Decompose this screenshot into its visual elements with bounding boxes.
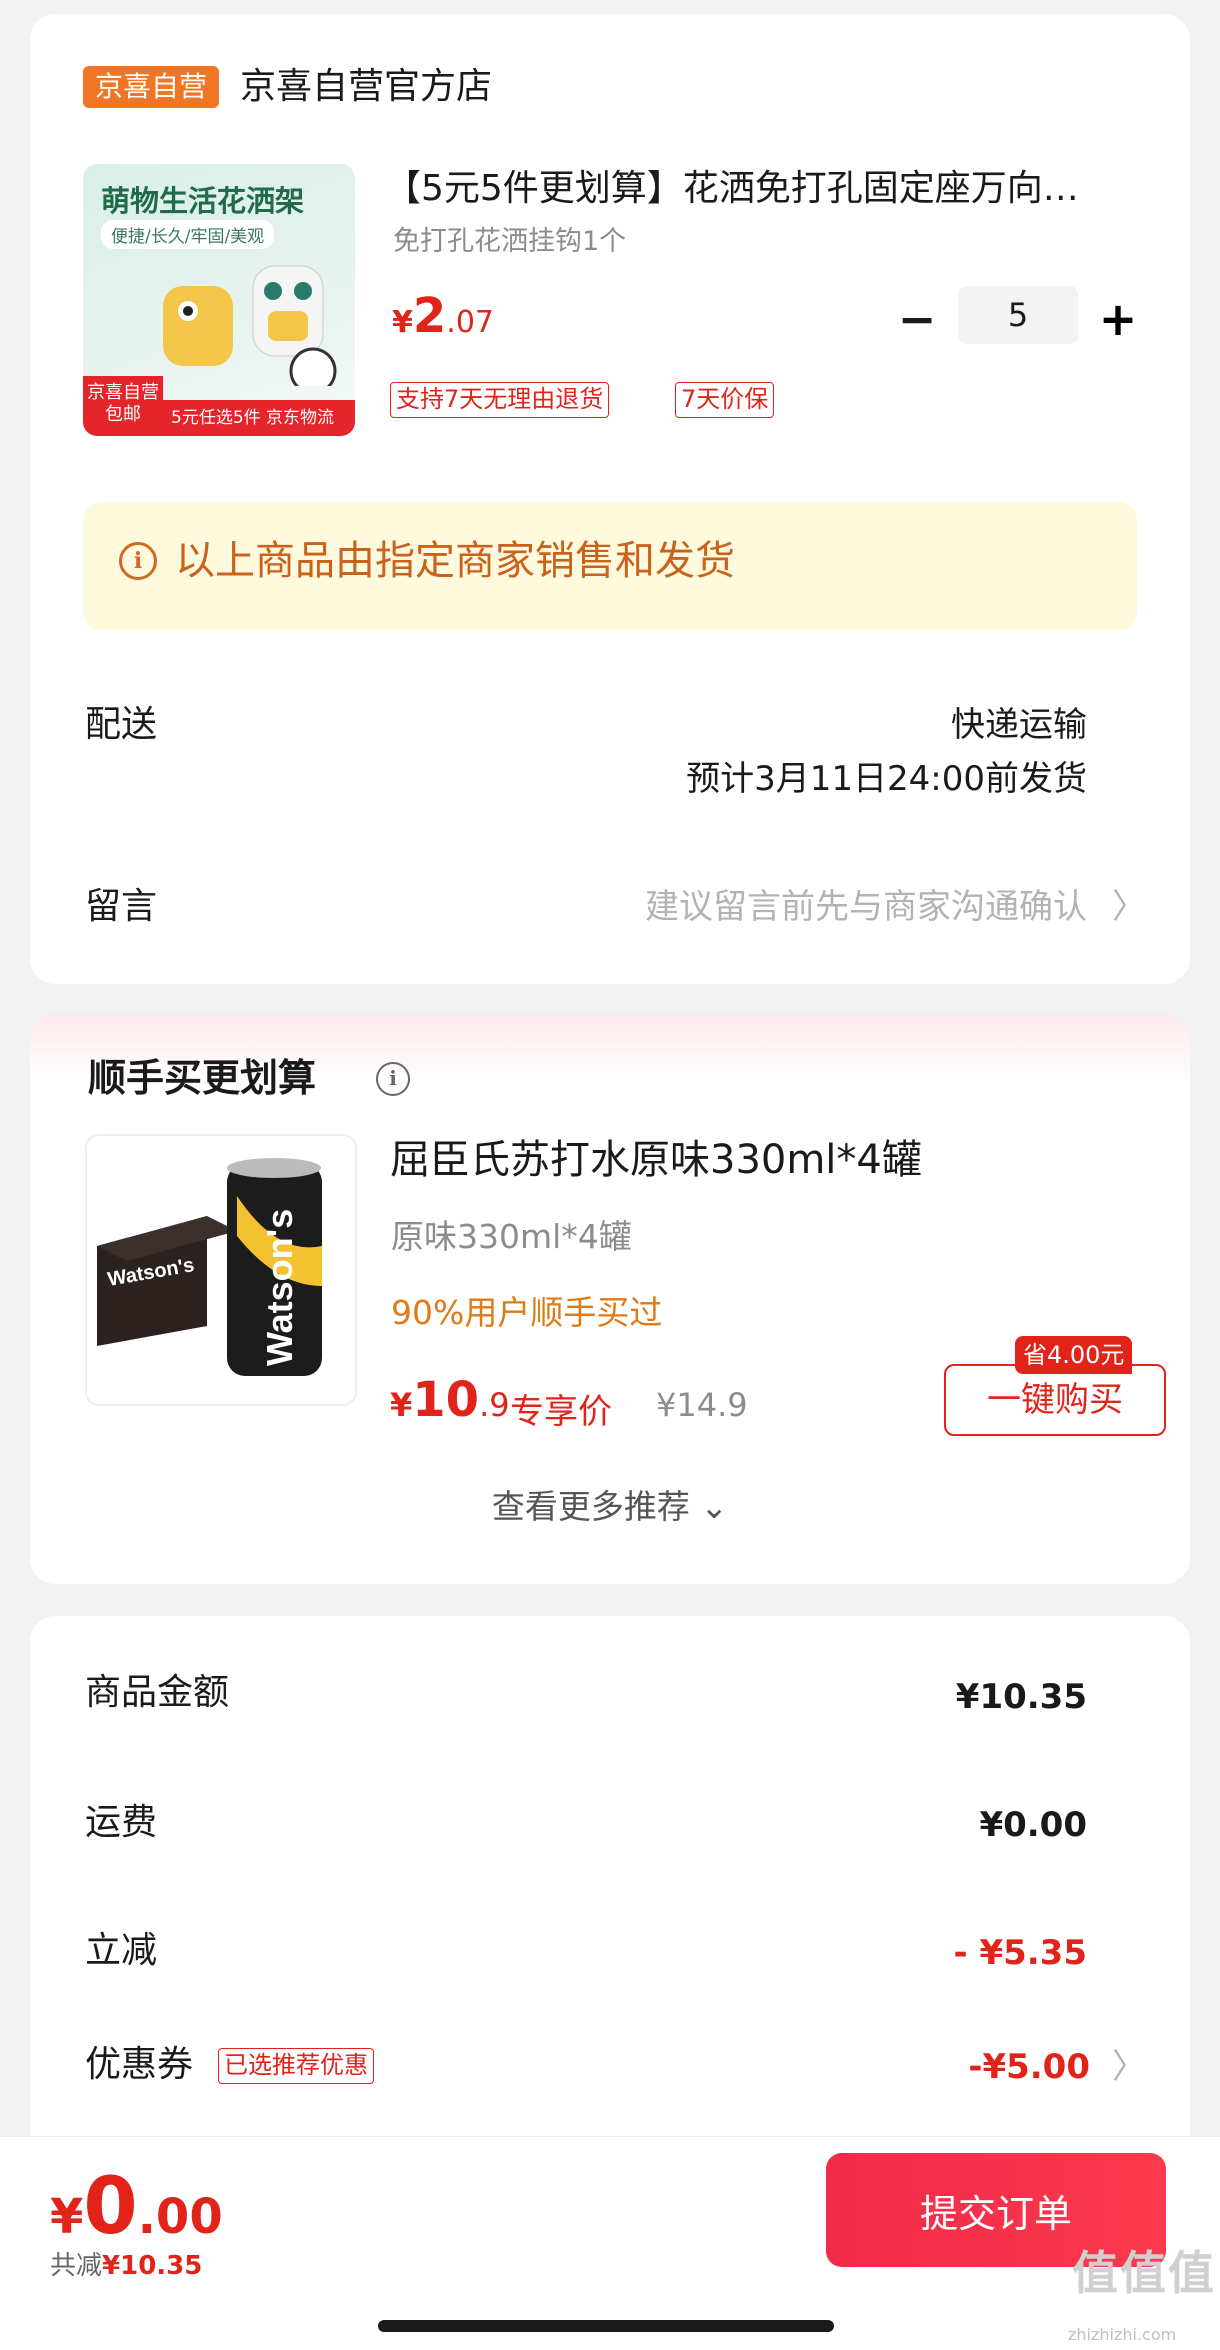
instant-discount-value: - ¥5.35 — [953, 1933, 1088, 1973]
price-protect-tag: 7天价保 — [675, 382, 775, 418]
checkout-bar: ¥0.00 共减¥10.35 提交订单 值值值 zhizhizhi.com — [0, 2136, 1220, 2350]
thumbnail-subtitle: 便捷/长久/牢固/美观 — [101, 220, 275, 249]
goods-amount-label: 商品金额 — [85, 1672, 230, 1713]
home-indicator[interactable] — [378, 2320, 834, 2332]
watermark: 值值值 — [1072, 2246, 1216, 2300]
recommended-product-title[interactable]: 屈臣氏苏打水原味330ml*4罐 — [390, 1132, 922, 1188]
chevron-right-icon: 〉 — [1112, 2047, 1146, 2087]
seller-notice-text: 以上商品由指定商家销售和发货 — [175, 538, 735, 584]
product-price: ¥2.07 — [392, 288, 494, 344]
goods-amount-value: ¥10.35 — [955, 1677, 1087, 1717]
shipping-fee-label: 运费 — [85, 1802, 158, 1843]
soda-can-illustration: Watson's Watson's — [97, 1158, 322, 1376]
message-label: 留言 — [85, 886, 158, 927]
savings-badge: 省4.00元 — [1015, 1336, 1133, 1374]
thumbnail-title: 萌物生活花洒架 — [101, 184, 305, 218]
seller-notice: i 以上商品由指定商家销售和发货 — [83, 502, 1137, 630]
recommended-product-hint: 90%用户顺手买过 — [391, 1293, 663, 1332]
delivery-method: 快递运输 — [951, 705, 1087, 745]
one-click-buy-button[interactable]: 一键购买 — [944, 1364, 1166, 1436]
info-icon[interactable]: i — [376, 1062, 410, 1096]
info-icon: i — [119, 542, 157, 580]
recommendation-card: 顺手买更划算 i Watson's Watson's 屈臣氏苏打水原味330ml… — [30, 1014, 1190, 1584]
coupon-recommended-tag: 已选推荐优惠 — [218, 2048, 374, 2084]
quantity-decrease-button[interactable]: − — [892, 294, 942, 344]
delivery-label: 配送 — [85, 704, 158, 745]
watermark-url: zhizhizhi.com — [1068, 2325, 1177, 2344]
coupon-value: -¥5.00 — [968, 2047, 1090, 2087]
recommended-product-thumbnail[interactable]: Watson's Watson's — [85, 1134, 357, 1406]
more-recommendations-link[interactable]: 查看更多推荐 ⌄ — [30, 1480, 1190, 1528]
shower-holder-illustration — [163, 265, 337, 386]
shipping-fee-value: ¥0.00 — [979, 1805, 1087, 1845]
coupon-row[interactable]: 优惠券 已选推荐优惠 -¥5.00 〉 — [30, 2026, 1190, 2106]
recommended-product-price: ¥10.9 — [390, 1372, 510, 1428]
thumbnail-self-run-badge: 京喜自营 包邮 — [83, 376, 163, 436]
svg-text:Watson's: Watson's — [259, 1209, 300, 1366]
recommendation-title: 顺手买更划算 — [88, 1056, 317, 1100]
store-name[interactable]: 京喜自营官方店 — [240, 62, 492, 112]
original-price: ¥14.9 — [656, 1386, 748, 1424]
quantity-increase-button[interactable]: + — [1093, 294, 1143, 344]
store-order-card: 京喜自营 京喜自营官方店 萌物生活花洒架 便捷/长久/牢固/美观 京喜自营 包邮 … — [30, 14, 1190, 984]
exclusive-price-label: 专享价 — [510, 1392, 612, 1432]
delivery-eta: 预计3月11日24:00前发货 — [686, 759, 1087, 799]
quantity-input[interactable]: 5 — [958, 286, 1078, 344]
store-badge: 京喜自营 — [83, 66, 220, 108]
total-discount: 共减¥10.35 — [50, 2251, 203, 2281]
recommended-product-spec: 原味330ml*4罐 — [391, 1217, 632, 1256]
message-row[interactable]: 留言 建议留言前先与商家沟通确认 〉 — [30, 874, 1190, 954]
coupon-label: 优惠券 — [85, 2044, 194, 2085]
product-spec[interactable]: 免打孔花洒挂钩1个 — [393, 219, 626, 258]
product-thumbnail[interactable]: 萌物生活花洒架 便捷/长久/牢固/美观 京喜自营 包邮 5元任选5件 京东物流 — [83, 164, 355, 436]
return-policy-tag: 支持7天无理由退货 — [390, 382, 610, 418]
chevron-right-icon: 〉 — [1112, 887, 1146, 927]
message-placeholder: 建议留言前先与商家沟通确认 — [645, 887, 1087, 927]
instant-discount-label: 立减 — [85, 1930, 158, 1971]
thumbnail-promo-strip: 5元任选5件 京东物流 — [163, 400, 355, 436]
product-title[interactable]: 【5元5件更划算】花洒免打孔固定座万向… — [385, 164, 1165, 214]
